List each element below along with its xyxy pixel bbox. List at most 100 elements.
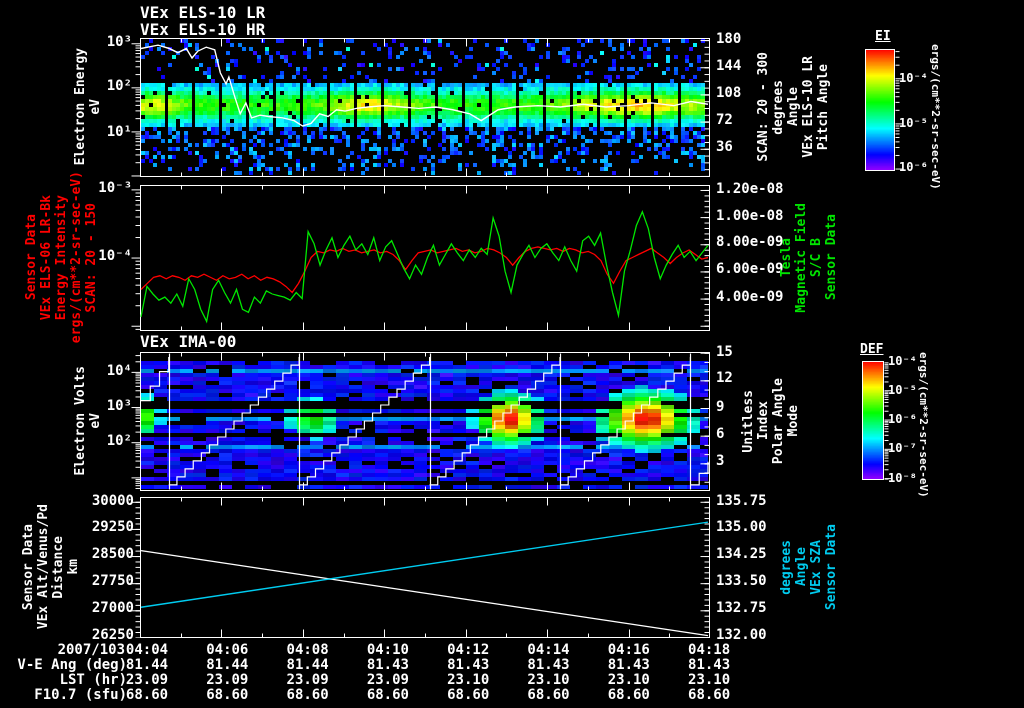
- p4-right-label: Sensor Data VEx SZA Angle degrees: [770, 497, 848, 637]
- cb-def-tick: 10⁻⁷: [888, 441, 917, 456]
- time-label: 04:10: [366, 642, 409, 658]
- table-cell: 81.43: [607, 657, 650, 673]
- p2-left-label: Sensor Data VEx ELS-06 LR-Bk Energy Intens…: [18, 171, 104, 343]
- p3-right-label: Mode Polar Angle Index Unitless: [734, 352, 808, 490]
- cb-ei-tick: 10⁻⁶: [899, 160, 928, 175]
- table-cell: 81.43: [447, 657, 490, 673]
- intensity-bfield-canvas: [120, 185, 710, 331]
- vex-quicklook-plot: VEx ELS-10 LR VEx ELS-10 HR VEx IMA-00 E…: [0, 0, 1024, 708]
- p2-right-label: Sensor Data S/C B Magnetic Field Tesla: [770, 185, 848, 330]
- table-cell: 68.60: [366, 687, 409, 703]
- p4-left-tick: 30000: [91, 492, 134, 509]
- p1-ylabel-line: eV: [88, 99, 103, 115]
- p4-right-label-line: VEx SZA: [809, 539, 824, 595]
- p2-left-label-line: SCAN: 20 - 150: [83, 202, 99, 313]
- cb-def-tick: 10⁻⁴: [888, 354, 917, 368]
- table-cell: 23.09: [125, 672, 169, 688]
- p3-ylabel-line: Electron Volts: [73, 366, 88, 476]
- els-spectrogram-canvas: [120, 38, 710, 177]
- table-cell: 81.44: [125, 657, 169, 673]
- colorbar-ei-canvas: [865, 49, 905, 171]
- table-cell: 68.60: [527, 687, 570, 703]
- table-cell: 23.10: [447, 672, 490, 688]
- p4-right-tick: 135.75: [716, 492, 767, 509]
- p3-right-label-line: Polar Angle: [771, 377, 786, 465]
- p4-left-tick: 27750: [91, 572, 134, 589]
- p1-right-label-line: Angle: [785, 87, 801, 127]
- table-cell: 68.60: [607, 687, 650, 703]
- time-label: 04:16: [607, 642, 650, 658]
- p4-right-label-line: Angle: [794, 547, 809, 587]
- time-label: 04:14: [527, 642, 570, 658]
- p4-left-label-line: Distance: [51, 535, 66, 599]
- table-cell: 81.43: [688, 657, 731, 673]
- table-cell: 81.44: [206, 657, 249, 673]
- p4-left-tick: 27000: [91, 600, 134, 616]
- table-cell: 68.60: [125, 687, 169, 703]
- p2-left-label-line: Energy Intensity: [53, 194, 69, 321]
- cb-ei-tick: 10⁻⁴: [899, 71, 928, 86]
- p1-right-label-line: SCAN: 20 - 300: [755, 52, 771, 162]
- p2-right-label-line: S/C B: [809, 237, 824, 278]
- p1-right-label: Pitch Angle VEx ELS-10 LR Angle degrees SCAN…: [746, 38, 840, 176]
- p3-ylabel: Electron Volts eV: [58, 352, 118, 490]
- p3-right-label-line: Unitless: [741, 389, 756, 453]
- time-label: 04:08: [286, 642, 329, 658]
- table-cell: 23.10: [688, 672, 731, 688]
- p4-left-label-line: km: [66, 559, 81, 575]
- cb-ei-tick: 10⁻⁵: [899, 116, 928, 131]
- colorbar-def-title: DEF: [860, 342, 884, 357]
- p3-right-label-line: Index: [756, 401, 771, 441]
- p2-left-label-line: Sensor Data: [23, 214, 39, 301]
- title-ima: VEx IMA-00: [140, 332, 237, 351]
- p1-right-label-line: VEx ELS-10 LR: [800, 56, 816, 158]
- p1-ylabel: Electron Energy eV: [58, 38, 118, 176]
- table-cell: 23.10: [607, 672, 650, 688]
- colorbar-def-unit: ergs/(cm**2-sr-sec-eV): [917, 352, 930, 498]
- title-els-hr: VEx ELS-10 HR: [140, 20, 266, 39]
- cb-def-tick: 10⁻⁸: [888, 471, 917, 486]
- table-cell: 68.60: [206, 687, 249, 703]
- p4-right-tick: 133.50: [716, 572, 767, 589]
- p4-left-tick: 29250: [91, 519, 134, 536]
- p1-right-label-line: Pitch Angle: [815, 63, 831, 151]
- p4-left-label: Sensor Data VEx Alt/Venus/Pd Distance km: [14, 497, 88, 637]
- table-cell: 23.09: [366, 672, 409, 688]
- p4-right-tick: 132.75: [716, 600, 767, 616]
- p1-right-label-line: degrees: [770, 79, 786, 135]
- time-label: 04:12: [447, 642, 490, 658]
- table-cell: 81.43: [366, 657, 409, 673]
- cb-def-tick: 10⁻⁶: [888, 411, 917, 426]
- table-cell: 23.10: [527, 672, 570, 688]
- title-els-lr: VEx ELS-10 LR: [140, 3, 266, 22]
- table-cell: 81.43: [527, 657, 570, 673]
- p4-left-label-line: VEx Alt/Venus/Pd: [36, 504, 51, 630]
- p4-right-tick: 134.25: [716, 545, 767, 562]
- p3-ylabel-line: eV: [88, 413, 103, 429]
- p1-ylabel-line: Electron Energy: [73, 48, 88, 166]
- p2-right-label-line: Magnetic Field: [794, 202, 809, 313]
- cb-def-tick: 10⁻⁵: [888, 382, 917, 397]
- colorbar-ei-title: EI: [875, 29, 891, 44]
- table-cell: 23.09: [206, 672, 249, 688]
- p4-right-tick: 135.00: [716, 519, 767, 536]
- p2-left-label-line: VEx ELS-06 LR-Bk: [38, 194, 54, 321]
- p4-right-label-line: degrees: [779, 539, 794, 595]
- table-cell: 68.60: [447, 687, 490, 703]
- p4-right-label-line: Sensor Data: [824, 523, 839, 611]
- p2-right-label-line: Tesla: [779, 237, 794, 278]
- colorbar-ei-unit: ergs/(cm**2-sr-sec-eV): [929, 44, 942, 190]
- time-label: 04:06: [206, 642, 249, 658]
- p2-left-label-line: ergs/(cm**2-sr-sec-eV): [68, 171, 84, 344]
- table-cell: 23.09: [286, 672, 329, 688]
- p4-left-label-line: Sensor Data: [21, 523, 36, 611]
- time-label: 04:18: [688, 642, 731, 658]
- time-label: 04:04: [125, 642, 169, 658]
- p2-right-label-line: Sensor Data: [824, 214, 839, 301]
- table-cell: 68.60: [688, 687, 731, 703]
- p4-left-tick: 28500: [91, 545, 134, 562]
- alt-sza-canvas: [120, 497, 710, 638]
- p3-right-label-line: Mode: [786, 405, 801, 437]
- ima-spectrogram-canvas: [120, 352, 710, 491]
- table-cell: 68.60: [286, 687, 329, 703]
